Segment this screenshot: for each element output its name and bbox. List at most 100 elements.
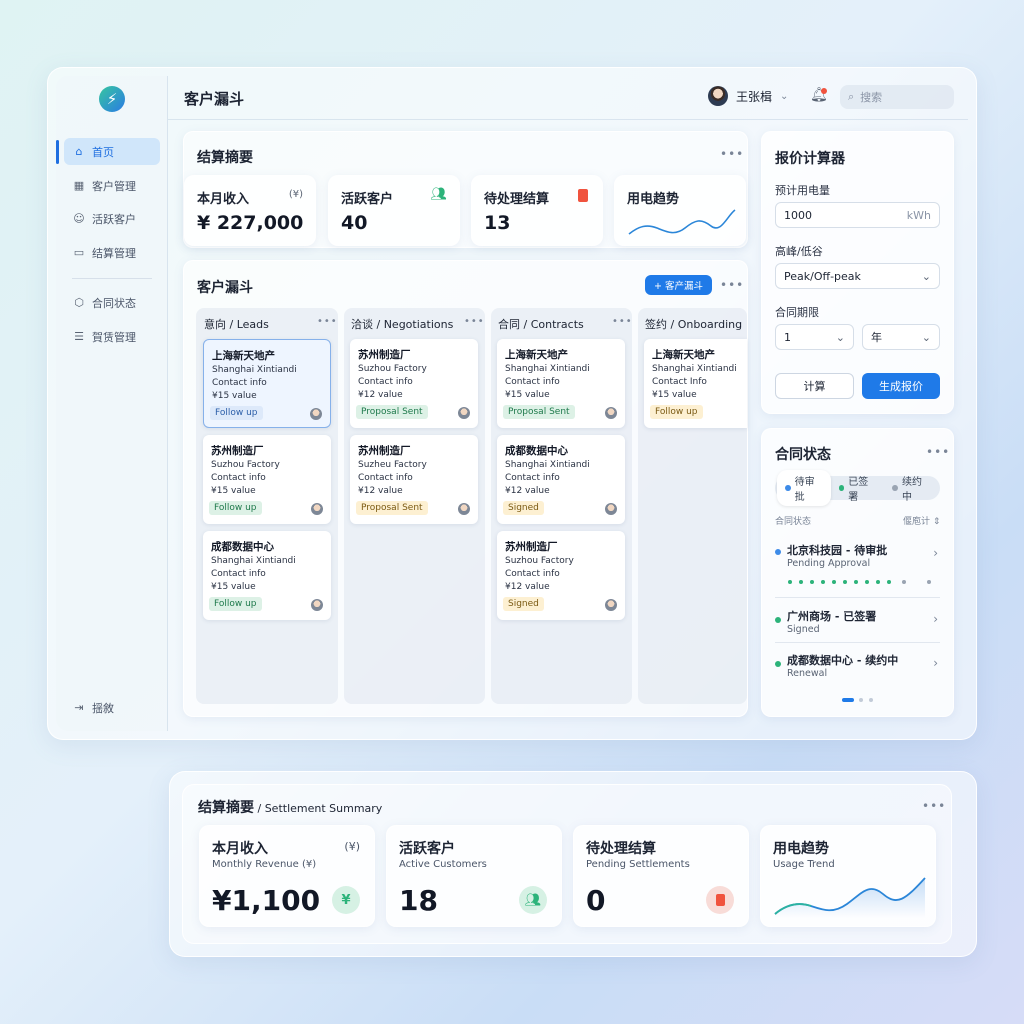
card-company: Shanghai Xintiandi (505, 364, 590, 374)
sidebar-item-settlement[interactable]: ▭ 结算管理 (64, 239, 160, 266)
search-input[interactable]: ⌕ 搜索 (840, 85, 954, 109)
segment-pending[interactable]: 待审批 (777, 470, 831, 506)
segment-label: 续约中 (901, 477, 922, 503)
column-header: 洽谈 / Negotiations (351, 318, 454, 331)
generate-quote-button[interactable]: 生成报价 (862, 373, 940, 399)
card-title: 成都数据中心 (505, 445, 568, 457)
column-header: 合同 / Contracts (498, 318, 584, 331)
usage-value: 1000 (784, 208, 812, 222)
stat-sub: Usage Trend (773, 859, 835, 870)
chevron-right-icon: › (933, 546, 938, 560)
document-icon (706, 886, 734, 914)
pagination-dot[interactable] (859, 698, 863, 702)
active-nav-indicator (56, 140, 59, 164)
sidebar-item-active-customers[interactable]: ☺ 活跃客户 (64, 205, 160, 232)
stat-value: 0 (586, 884, 606, 917)
list-label: 合同状态 (775, 517, 812, 527)
funnel-card[interactable]: 苏州制造厂 Suzhou Factory Contact info ¥15 va… (203, 435, 331, 524)
card-value: ¥12 value (505, 486, 550, 496)
contract-item[interactable]: 广州商场 - 已签署 Signed › (775, 600, 940, 643)
funnel-card[interactable]: 苏州制造厂 Suzheu Factory Contact info ¥12 va… (350, 435, 478, 524)
card-value: ¥12 value (505, 582, 550, 592)
avatar (708, 86, 728, 106)
segment-signed[interactable]: 已签署 (831, 470, 885, 506)
more-icon[interactable]: ••• (612, 316, 633, 327)
stat-card-revenue: 本月收入 (¥) ¥ 227,000 (184, 175, 316, 246)
avatar (605, 407, 617, 419)
stat-card-usage-trend: 用电趋势 (614, 175, 746, 246)
chevron-down-icon: ⌄ (780, 90, 789, 102)
contract-title: 成都数据中心 - 续约中 (787, 654, 899, 667)
app-logo[interactable]: ⚡ (99, 86, 125, 112)
chevron-right-icon: › (933, 612, 938, 626)
funnel-card[interactable]: 上海新天地产 Shanghai Xintiandi Contact info ¥… (497, 339, 625, 428)
stat-value: 13 (484, 212, 511, 234)
sidebar-item-lease[interactable]: ☰ 賀赁管理 (64, 323, 160, 350)
more-icon[interactable]: ••• (720, 278, 744, 292)
avatar (605, 599, 617, 611)
avatar (311, 599, 323, 611)
user-menu[interactable]: 王张楫 ⌄ (708, 86, 788, 106)
funnel-card[interactable]: 成都数据中心 Shanghai Xintiandi Contact info ¥… (203, 531, 331, 620)
more-icon[interactable]: ••• (464, 316, 485, 327)
funnel-card[interactable]: 上海新天地产 Shanghai Xintiandi Contact info ¥… (203, 339, 331, 428)
chevron-right-icon: › (933, 656, 938, 670)
card-contact: Contact info (211, 473, 266, 483)
card-company: Shanghai Xintiandi (505, 460, 590, 470)
sidebar-item-contracts[interactable]: ⬡ 合同状态 (64, 289, 160, 316)
logout-button[interactable]: ⇥ 揺敘 (64, 694, 160, 721)
card-company: Suzheu Factory (358, 460, 427, 470)
card-value: ¥12 value (358, 486, 403, 496)
peak-select[interactable]: Peak/Off-peak ⌄ (775, 263, 940, 289)
segment-renewal[interactable]: 续约中 (884, 470, 938, 506)
card-title: 成都数据中心 (211, 541, 274, 553)
more-icon[interactable]: ••• (922, 799, 946, 813)
funnel-card[interactable]: 成都数据中心 Shanghai Xintiandi Contact info ¥… (497, 435, 625, 524)
stat-card-pending-settlement: 待处理结算 13 (471, 175, 603, 246)
term-select[interactable]: 1 ⌄ (775, 324, 854, 350)
card-company: Suzhou Factory (211, 460, 280, 470)
column-header: 签约 / Onboarding (645, 318, 743, 331)
pagination-dot-active[interactable] (842, 698, 854, 702)
more-icon[interactable]: ••• (720, 147, 744, 161)
avatar (458, 503, 470, 515)
logout-label: 揺敘 (92, 701, 114, 715)
summary-title: 结算摘要 (197, 150, 253, 166)
stat-value: ¥1,100 (212, 884, 321, 917)
sort-button[interactable]: 偃庖计 ⇕ (903, 514, 940, 527)
funnel-card[interactable]: 苏州制造厂 Suzhou Factory Contact info ¥12 va… (350, 339, 478, 428)
column-header: 意向 / Leads (204, 318, 269, 331)
status-dot (775, 661, 781, 667)
status-badge: Proposal Sent (356, 501, 428, 515)
card-title: 上海新天地产 (505, 349, 568, 361)
more-icon[interactable]: ••• (926, 445, 950, 459)
add-funnel-button[interactable]: + 客产漏斗 (645, 275, 712, 295)
status-badge: Follow up (210, 406, 263, 420)
status-badge: Signed (503, 501, 544, 515)
sidebar-divider (72, 278, 152, 279)
sidebar-item-customers[interactable]: ▦ 客户管理 (64, 172, 160, 199)
usage-input[interactable]: 1000 kWh (775, 202, 940, 228)
search-icon: ⌕ (848, 90, 855, 103)
funnel-card[interactable]: 苏州制造厂 Suzhou Factory Contact info ¥12 va… (497, 531, 625, 620)
bottom-stat-active-customers: 活跃客户 Active Customers 18 👥︎ (386, 825, 562, 927)
calculator-title: 报价计算器 (775, 151, 845, 167)
contract-segment-control: 待审批 已签署 续约中 (775, 470, 940, 506)
contract-item[interactable]: 成都数据中心 - 续约中 Renewal › (775, 644, 940, 684)
term-unit-select[interactable]: 年 ⌄ (862, 324, 940, 350)
stat-unit: (¥) (344, 840, 360, 853)
pagination-dot[interactable] (869, 698, 873, 702)
contract-item[interactable]: 北京科技园 - 待审批 Pending Approval › (775, 540, 940, 598)
card-contact: Contact info (358, 377, 413, 387)
home-icon: ⌂ (75, 145, 83, 158)
funnel-title: 客户漏斗 (197, 280, 253, 296)
status-badge: Proposal Sent (503, 405, 575, 419)
more-icon[interactable]: ••• (317, 316, 338, 327)
stat-value: 40 (341, 212, 368, 234)
card-contact: Contact info (212, 378, 267, 388)
bottom-stat-revenue: 本月收入 (¥) Monthly Revenue (¥) ¥1,100 ¥ (199, 825, 375, 927)
sidebar-item-label: 客户管理 (92, 179, 136, 193)
sidebar-item-home[interactable]: ⌂ 首页 (64, 138, 160, 165)
calculate-button[interactable]: 计算 (775, 373, 854, 399)
funnel-card[interactable]: 上海新天地产 Shanghai Xintiandi Contact Info ¥… (644, 339, 747, 428)
